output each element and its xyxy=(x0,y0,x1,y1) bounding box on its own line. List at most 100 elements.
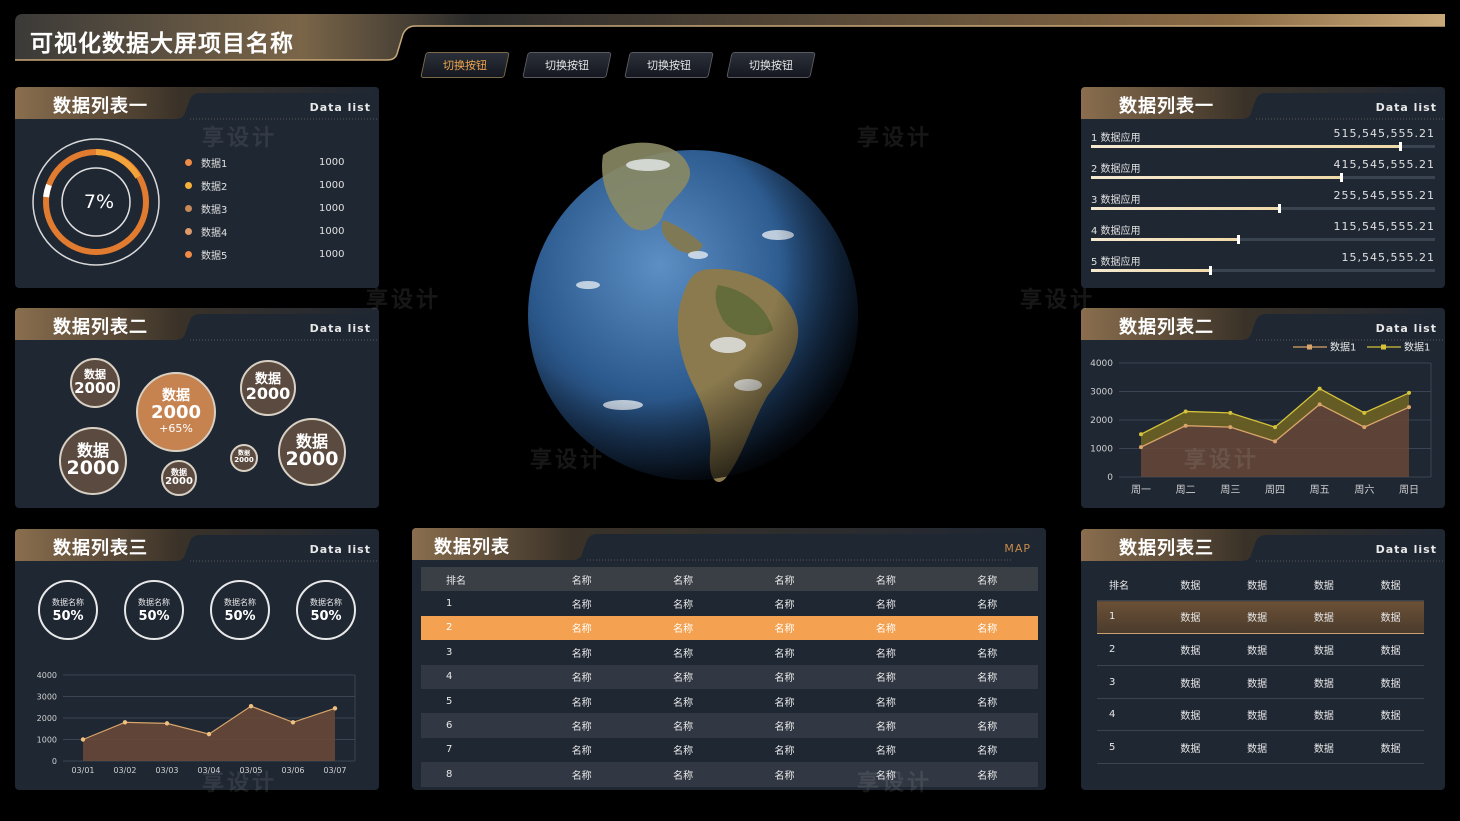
table-cell: 名称 xyxy=(936,762,1038,787)
table-cell: 2 xyxy=(421,615,531,641)
x-tick-label: 03/02 xyxy=(113,766,136,775)
table-row[interactable]: 5 数据 数据 数据 数据 xyxy=(1097,730,1424,765)
watermark-text: 享设计 xyxy=(857,771,933,796)
panel-right-3: 数据列表三 Data list 排名 数据 数据 数据 数据 1 数据 数据 数据 数据 2 数据数… xyxy=(1081,529,1445,790)
x-tick-label: 周三 xyxy=(1220,484,1240,496)
table-cell: 名称 xyxy=(733,688,836,714)
progress-label: 5 数据应用 xyxy=(1091,257,1141,268)
column-header: 排名 xyxy=(1097,568,1157,602)
table-cell: 数据 xyxy=(1157,730,1224,765)
panel-center-table: 数据列表 MAP 排名 名称 名称 名称 名称 名称 1 名称 名称 名称 名称 名称 2 名称 名称 名称… xyxy=(412,528,1046,790)
watermark-text: 享设计 xyxy=(366,288,442,313)
y-tick-label: 4000 xyxy=(1090,359,1113,369)
y-tick-label: 0 xyxy=(52,757,57,766)
table-cell: 数据 xyxy=(1357,633,1424,667)
data-point xyxy=(122,720,128,725)
tab-switch-3[interactable]: 切换按钮 xyxy=(624,52,714,78)
table-row[interactable]: 6 名称 名称 名称 名称 名称 xyxy=(421,713,1038,738)
progress-label: 4 数据应用 xyxy=(1091,226,1141,237)
panel-title: 数据列表二 xyxy=(1119,317,1214,338)
table-cell: 名称 xyxy=(936,737,1038,763)
data-bubble: 数据 2000 xyxy=(230,444,258,472)
table-row[interactable]: 1 名称 名称 名称 名称 名称 xyxy=(421,591,1038,616)
table-cell: 数据 xyxy=(1357,665,1424,699)
table-cell: 数据 xyxy=(1357,698,1424,732)
table-cell: 数据 xyxy=(1157,600,1224,634)
table-cell: 7 xyxy=(421,737,531,763)
legend-value: 1000 xyxy=(319,157,345,168)
table-cell: 名称 xyxy=(936,688,1038,714)
table-cell: 名称 xyxy=(936,591,1038,616)
legend-label: 数据1 xyxy=(1330,341,1356,354)
table-row[interactable]: 1 数据 数据 数据 数据 xyxy=(1097,600,1424,634)
table-row[interactable]: 3 数据 数据 数据 数据 xyxy=(1097,665,1424,699)
progress-value: 15,545,555.21 xyxy=(1341,251,1435,264)
progress-row: 3 数据应用 255,545,555.21 xyxy=(1091,189,1435,221)
progress-row: 1 数据应用 515,545,555.21 xyxy=(1091,127,1435,159)
table-cell: 名称 xyxy=(531,762,633,787)
table-cell: 数据 xyxy=(1223,633,1291,667)
table-cell: 名称 xyxy=(733,615,836,641)
x-tick-label: 周五 xyxy=(1310,484,1330,496)
data-table-right: 排名 数据 数据 数据 数据 1 数据 数据 数据 数据 2 数据 数据 数据 数据 3 数据 数据 数据 数据 4 数… xyxy=(1097,568,1424,765)
legend-dot xyxy=(185,159,192,166)
line-chart-weekly: 4000 3000 2000 1000 0 周一 周二 周三 周四 周五 周六 周日 数据1 数据1 xyxy=(1090,341,1432,496)
y-tick-label: 3000 xyxy=(1090,388,1113,398)
table-cell: 名称 xyxy=(632,664,734,689)
y-tick-label: 2000 xyxy=(1090,416,1113,426)
table-row[interactable]: 4 数据 数据 数据 数据 xyxy=(1097,698,1424,732)
progress-row: 5 数据应用 15,545,555.21 xyxy=(1091,251,1435,283)
column-header: 数据 xyxy=(1157,568,1224,602)
progress-value: 515,545,555.21 xyxy=(1333,127,1435,140)
progress-fill xyxy=(1091,238,1239,241)
x-tick-label: 周四 xyxy=(1265,484,1285,496)
legend-item: 数据1 1000 xyxy=(185,155,344,170)
table-cell: 4 xyxy=(1097,698,1157,732)
table-cell: 名称 xyxy=(531,591,633,616)
data-point xyxy=(1362,425,1367,430)
column-header: 排名 xyxy=(421,567,531,592)
table-row[interactable]: 4 名称 名称 名称 名称 名称 xyxy=(421,664,1038,689)
progress-fill xyxy=(1091,207,1281,210)
table-row[interactable]: 2 名称 名称 名称 名称 名称 xyxy=(421,615,1038,641)
progress-fill xyxy=(1091,176,1343,179)
table-cell: 名称 xyxy=(835,615,937,641)
table-cell: 名称 xyxy=(835,737,937,763)
table-cell: 1 xyxy=(421,591,531,616)
table-row[interactable]: 8 名称 名称 名称 名称 名称 xyxy=(421,762,1038,787)
table-cell: 名称 xyxy=(835,664,937,689)
table-row[interactable]: 2 数据 数据 数据 数据 xyxy=(1097,633,1424,667)
table-cell: 名称 xyxy=(733,664,836,689)
progress-value: 115,545,555.21 xyxy=(1333,220,1435,233)
table-row[interactable]: 3 名称 名称 名称 名称 名称 xyxy=(421,640,1038,665)
data-point xyxy=(1139,432,1143,437)
column-header: 数据 xyxy=(1290,568,1358,602)
progress-knob xyxy=(1278,204,1282,213)
legend-label: 数据3 xyxy=(201,205,228,216)
tab-switch-2[interactable]: 切换按钮 xyxy=(522,52,612,78)
table-row[interactable]: 7 名称 名称 名称 名称 名称 xyxy=(421,737,1038,763)
panel-title: 数据列表三 xyxy=(1119,538,1214,559)
table-cell: 数据 xyxy=(1157,698,1224,732)
table-cell: 4 xyxy=(421,664,531,689)
table-cell: 数据 xyxy=(1290,633,1358,667)
progress-knob xyxy=(1398,142,1402,151)
panel-left-2: 数据列表二 Data list 数据 2000 数据 2000 +65% 数据 2000… xyxy=(15,308,379,508)
legend-marker xyxy=(1307,344,1312,350)
panel-subtitle: Data list xyxy=(309,543,371,556)
data-point xyxy=(1139,445,1143,450)
column-header: 名称 xyxy=(835,567,937,592)
table-cell: 2 xyxy=(1097,633,1157,667)
panel-title: 数据列表一 xyxy=(1119,96,1214,117)
table-row[interactable]: 5 名称 名称 名称 名称 名称 xyxy=(421,688,1038,714)
data-point xyxy=(290,720,296,725)
tab-switch-1[interactable]: 切换按钮 xyxy=(420,52,510,78)
table-cell: 名称 xyxy=(632,688,734,714)
legend-value: 1000 xyxy=(319,249,345,260)
progress-fill xyxy=(1091,145,1401,148)
panel-subtitle: Data list xyxy=(309,322,371,335)
progress-label: 1 数据应用 xyxy=(1091,133,1141,144)
table-cell: 1 xyxy=(1097,600,1157,634)
tab-switch-4[interactable]: 切换按钮 xyxy=(726,52,816,78)
panel-subtitle: Data list xyxy=(309,101,371,114)
